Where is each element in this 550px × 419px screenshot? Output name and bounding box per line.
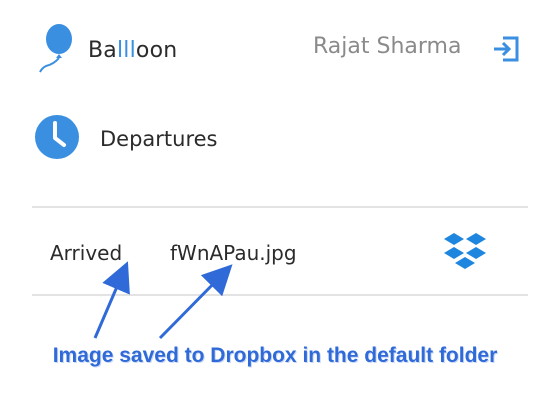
brand-suffix: oon xyxy=(135,38,178,63)
departures-nav-item[interactable]: Departures xyxy=(100,126,218,152)
divider xyxy=(32,206,528,208)
divider xyxy=(32,294,528,296)
clock-icon xyxy=(35,115,79,159)
user-name[interactable]: Rajat Sharma xyxy=(313,33,461,61)
balloon-icon xyxy=(39,24,72,73)
file-name: fWnAPau.jpg xyxy=(170,241,297,265)
logout-icon[interactable] xyxy=(491,34,521,64)
arrow-to-file xyxy=(158,264,233,340)
brand-prefix: Ba xyxy=(88,38,117,63)
annotation-caption: Image saved to Dropbox in the default fo… xyxy=(52,344,498,367)
arrow-to-status xyxy=(93,261,130,339)
app-brand: Ballloon xyxy=(88,38,177,64)
brand-accent: lll xyxy=(116,38,136,63)
dropbox-icon[interactable] xyxy=(442,231,488,275)
status-text: Arrived xyxy=(50,241,123,265)
